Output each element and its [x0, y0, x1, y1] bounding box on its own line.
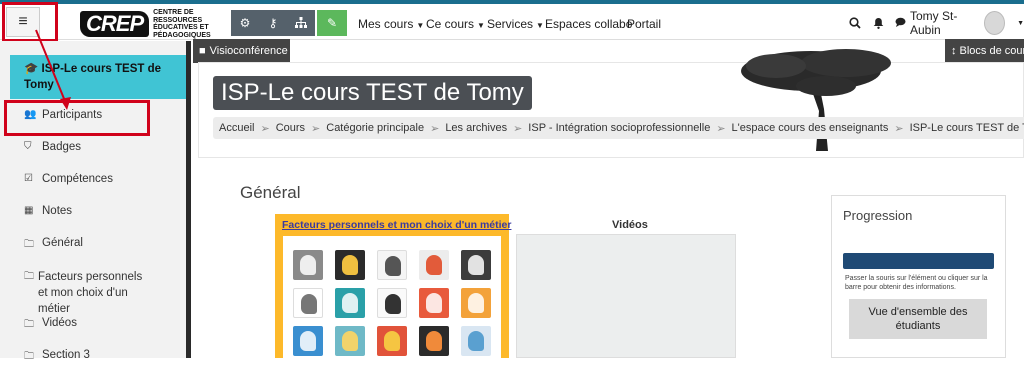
head-tile [461, 288, 491, 318]
head-tile [293, 326, 323, 356]
breadcrumb-item[interactable]: Les archives [445, 122, 507, 134]
edit-icon[interactable]: ✎ [317, 10, 347, 36]
head-tile [377, 326, 407, 356]
breadcrumb-separator: ➢ [311, 122, 320, 135]
table-icon: ▦ [24, 205, 38, 216]
folder-icon: 🗀 [24, 269, 34, 285]
breadcrumb-separator: ➢ [894, 122, 903, 135]
video-icon: ■ [199, 45, 206, 57]
navbar: ≡ CREP Centre de ressources éducatives e… [0, 4, 1024, 40]
head-tile [335, 326, 365, 356]
folder-icon: 🗀 [24, 317, 38, 334]
head-tile [377, 250, 407, 280]
head-tile [293, 250, 323, 280]
breadcrumb-separator: ➢ [716, 122, 725, 135]
user-name: Tomy St-Aubin [910, 9, 978, 37]
blocs-de-cours-button[interactable]: ↕Blocs de cours [945, 39, 1024, 63]
menu-label: Mes cours [358, 17, 413, 31]
menu-label: Espaces collabo [545, 17, 632, 31]
shield-icon: ⛉ [24, 141, 38, 152]
breadcrumb-item[interactable]: ISP - Intégration socioprofessionnelle [528, 122, 710, 134]
caret-down-icon: ▼ [416, 21, 424, 30]
progress-bar[interactable] [843, 253, 994, 269]
head-tile [419, 250, 449, 280]
user-menu[interactable]: Tomy St-Aubin ▼ [895, 8, 1024, 38]
head-tile [419, 288, 449, 318]
bell-icon[interactable] [873, 8, 884, 38]
avatar [984, 11, 1005, 35]
menu-portail[interactable]: Portail [627, 17, 661, 31]
breadcrumb-separator: ➢ [513, 122, 522, 135]
visioconference-button[interactable]: ■ Visioconférence [193, 39, 290, 63]
head-tile [461, 250, 491, 280]
sidebar-item-general[interactable]: 🗀 Général [24, 237, 83, 254]
progress-title: Progression [843, 208, 912, 223]
arrows-vertical-icon: ↕ [951, 45, 957, 57]
logo-text: Centre de ressources éducatives et pédag… [153, 9, 211, 39]
folder-icon: 🗀 [24, 237, 38, 254]
breadcrumb: Accueil ➢ Cours ➢ Catégorie principale ➢ Le… [213, 117, 1024, 139]
sidebar-item-label: Facteurs personnels et mon choix d'un mé… [38, 269, 154, 317]
button-label: Blocs de cours [960, 45, 1024, 57]
annotation-arrow [0, 0, 120, 120]
sidebar-item-label: Section 3 [42, 349, 90, 361]
menu-services[interactable]: Services▼ [487, 17, 544, 31]
video-embed[interactable] [516, 234, 736, 358]
caret-down-icon: ▼ [536, 21, 544, 30]
sidebar-scroll-edge[interactable] [186, 41, 191, 358]
menu-ce-cours[interactable]: Ce cours▼ [426, 17, 485, 31]
head-tile [335, 288, 365, 318]
menu-label: Services [487, 17, 533, 31]
chat-icon[interactable] [895, 16, 906, 30]
sidebar-item-facteurs[interactable]: 🗀Facteurs personnels et mon choix d'un m… [24, 269, 154, 317]
head-tile [335, 250, 365, 280]
head-tile [419, 326, 449, 356]
sidebar-item-badges[interactable]: ⛉ Badges [24, 141, 81, 153]
breadcrumb-item[interactable]: L'espace cours des enseignants [732, 122, 889, 134]
sitemap-icon[interactable] [287, 10, 315, 36]
search-icon[interactable] [849, 8, 861, 38]
page-title: ISP-Le cours TEST de Tomy [213, 76, 532, 110]
students-overview-button[interactable]: Vue d'ensemble des étudiants [849, 299, 987, 339]
breadcrumb-item[interactable]: Catégorie principale [326, 122, 424, 134]
breadcrumb-item[interactable]: ISP-Le cours TEST de Tomy [910, 122, 1024, 134]
menu-label: Ce cours [426, 17, 474, 31]
caret-down-icon: ▼ [1017, 20, 1024, 27]
cogs-icon[interactable]: ⚙ [231, 10, 259, 36]
sidebar-item-notes[interactable]: ▦ Notes [24, 205, 72, 217]
head-tile [293, 288, 323, 318]
sidebar-item-label: Vidéos [42, 317, 77, 329]
head-tile [377, 288, 407, 318]
videos-title: Vidéos [612, 219, 648, 231]
checkbox-icon: ☑ [24, 173, 38, 184]
progress-note: Passer la souris sur l'élément ou clique… [845, 274, 995, 292]
sidebar-item-label: Badges [42, 141, 81, 153]
sidebar-item-label: Notes [42, 205, 72, 217]
breadcrumb-item[interactable]: Accueil [219, 122, 254, 134]
breadcrumb-separator: ➢ [430, 122, 439, 135]
topic-card-image[interactable] [283, 236, 501, 358]
breadcrumb-item[interactable]: Cours [276, 122, 305, 134]
button-label: Visioconférence [210, 45, 288, 57]
menu-label: Portail [627, 17, 661, 31]
section-title: Général [240, 183, 300, 203]
sidebar-item-competences[interactable]: ☑ Compétences [24, 173, 113, 185]
menu-mes-cours[interactable]: Mes cours▼ [358, 17, 424, 31]
topic-card-link[interactable]: Facteurs personnels et mon choix d'un mé… [282, 219, 511, 231]
menu-espaces-collabo[interactable]: Espaces collabo [545, 17, 632, 31]
breadcrumb-separator: ➢ [260, 122, 269, 135]
sidebar-item-label: Compétences [42, 173, 113, 185]
caret-down-icon: ▼ [477, 21, 485, 30]
sidebar-item-videos[interactable]: 🗀 Vidéos [24, 317, 77, 334]
key-icon[interactable]: ⚷ [259, 10, 287, 36]
head-tile [461, 326, 491, 356]
sidebar-item-label: Général [42, 237, 83, 249]
